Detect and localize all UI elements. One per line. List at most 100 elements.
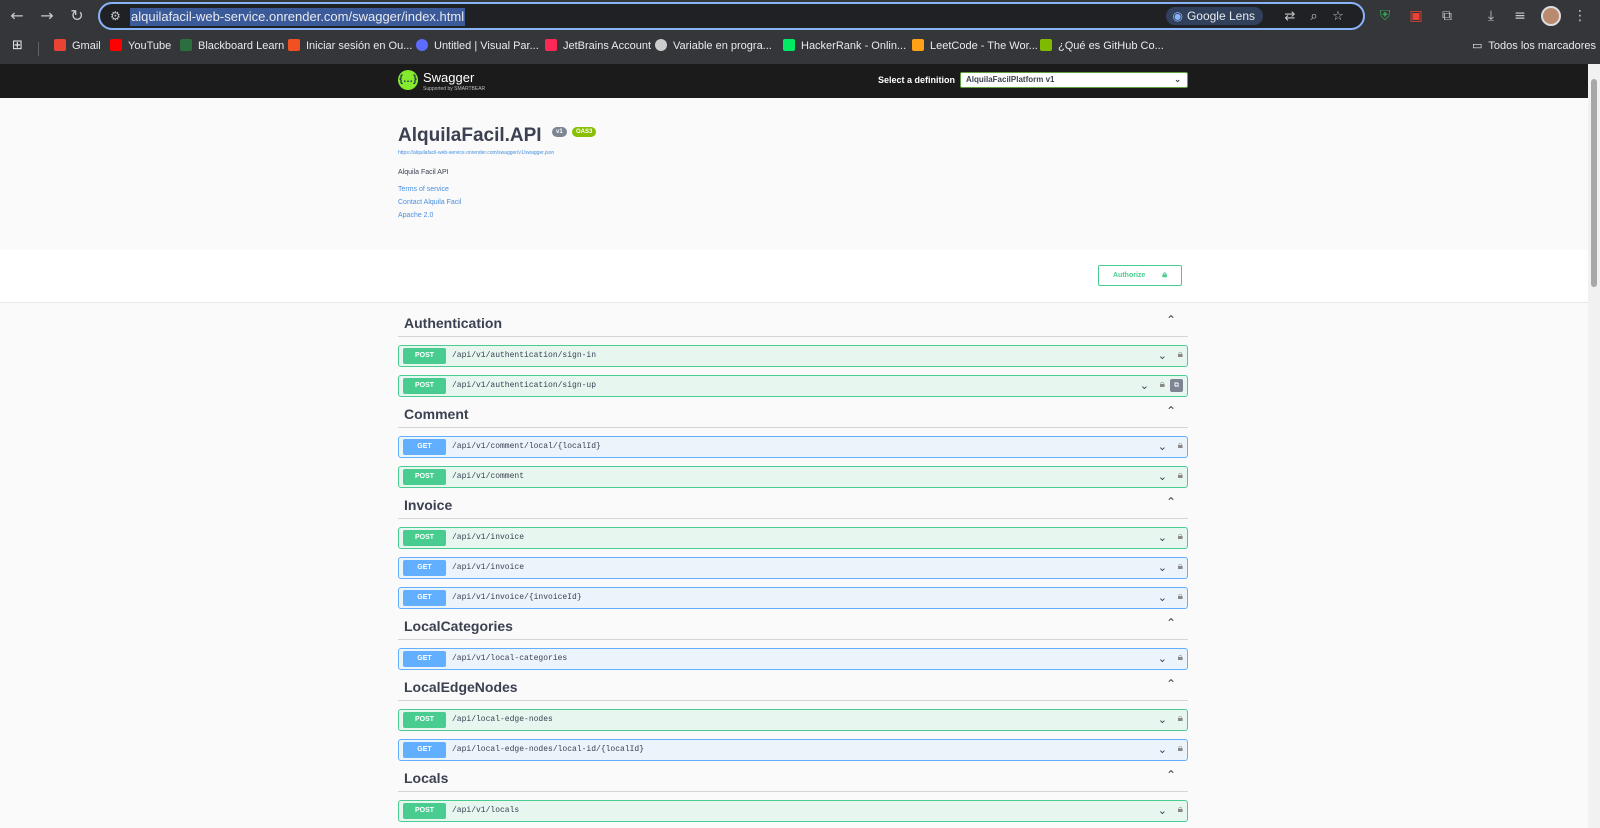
lock-icon[interactable]: 🔒︎ [1178, 591, 1183, 602]
bookmark-label: Blackboard Learn [198, 40, 285, 52]
bookmark-item[interactable]: Untitled | Visual Par... [416, 37, 539, 55]
tag-title: LocalEdgeNodes [404, 679, 518, 695]
opblock-get[interactable]: GET /api/v1/invoice/{invoiceId} ⌄ 🔒︎ [398, 587, 1188, 609]
opblock-post[interactable]: POST /api/v1/invoice ⌄ 🔒︎ [398, 527, 1188, 549]
endpoint-path: /api/v1/invoice/{invoiceId} [452, 593, 582, 602]
version-badge: v1 [552, 127, 567, 137]
opblock-get[interactable]: GET /api/v1/invoice ⌄ 🔒︎ [398, 557, 1188, 579]
chevron-up-icon[interactable]: ⌃ [1166, 495, 1176, 509]
opblock-get[interactable]: GET /api/v1/comment/local/{localId} ⌄ 🔒︎ [398, 436, 1188, 458]
opblock-post[interactable]: POST /api/v1/authentication/sign-up ⌄ 🔒︎… [398, 375, 1188, 397]
bookmark-label: YouTube [128, 40, 172, 52]
contact-link[interactable]: Contact Alquila Facil [398, 199, 461, 206]
tag-local-categories[interactable]: LocalCategories ⌃ [398, 610, 1188, 640]
address-bar[interactable]: ⚙ alquilafacil-web-service.onrender.com/… [98, 2, 1365, 30]
chevron-down-icon[interactable]: ⌄ [1158, 531, 1167, 544]
bookmark-item[interactable]: Iniciar sesión en Ou... [288, 37, 412, 55]
definition-select[interactable]: AlquilaFacilPlatform v1 ⌄ [960, 72, 1188, 88]
chevron-down-icon[interactable]: ⌄ [1140, 379, 1149, 392]
definition-value: AlquilaFacilPlatform v1 [966, 75, 1055, 84]
bookmark-item[interactable]: LeetCode - The Wor... [912, 37, 1038, 55]
shield-extension-icon[interactable]: ⛨ [1375, 6, 1395, 26]
lock-icon[interactable]: 🔒︎ [1178, 440, 1183, 451]
terms-link[interactable]: Terms of service [398, 186, 449, 193]
tag-title: LocalCategories [404, 618, 513, 634]
forward-icon[interactable]: → [37, 6, 57, 26]
chevron-down-icon[interactable]: ⌄ [1158, 743, 1167, 756]
scrollbar-thumb[interactable] [1591, 79, 1597, 287]
lock-icon[interactable]: 🔒︎ [1178, 652, 1183, 663]
opblock-get[interactable]: GET /api/local-edge-nodes/local-id/{loca… [398, 739, 1188, 761]
lock-icon[interactable]: 🔒︎ [1178, 743, 1183, 754]
tag-locals[interactable]: Locals ⌃ [398, 762, 1188, 792]
apps-grid-icon[interactable]: ⊞ [12, 37, 23, 55]
spec-url-link[interactable]: https://alquilafacil-web-service.onrende… [398, 150, 554, 156]
download-icon[interactable]: ⤓ [1481, 6, 1501, 26]
blackboard-icon [180, 39, 192, 51]
lock-icon[interactable]: 🔒︎ [1160, 379, 1165, 390]
definition-label: Select a definition [878, 75, 956, 85]
tag-authentication[interactable]: Authentication ⌃ [398, 307, 1188, 337]
api-title: AlquilaFacil.API [398, 125, 542, 146]
endpoint-path: /api/v1/comment/local/{localId} [452, 442, 601, 451]
chevron-down-icon[interactable]: ⌄ [1158, 804, 1167, 817]
swagger-logo-subtext: Supported by SMARTBEAR [423, 86, 486, 92]
page-scrollbar[interactable] [1588, 64, 1600, 828]
authorize-button[interactable]: Authorize 🔒︎ [1098, 265, 1182, 286]
bookmark-star-icon[interactable]: ☆ [1329, 8, 1347, 26]
translate-icon[interactable]: ⇄ [1281, 8, 1299, 26]
chevron-down-icon[interactable]: ⌄ [1158, 470, 1167, 483]
url-text[interactable]: alquilafacil-web-service.onrender.com/sw… [130, 8, 466, 26]
chevron-down-icon[interactable]: ⌄ [1158, 591, 1167, 604]
copy-icon[interactable]: ⧉ [1170, 379, 1183, 392]
opblock-post[interactable]: POST /api/v1/authentication/sign-in ⌄ 🔒︎ [398, 345, 1188, 367]
site-info-icon[interactable]: ⚙ [110, 9, 121, 23]
reload-icon[interactable]: ↻ [67, 6, 87, 26]
opblock-post[interactable]: POST /api/v1/comment ⌄ 🔒︎ [398, 466, 1188, 488]
tag-local-edge-nodes[interactable]: LocalEdgeNodes ⌃ [398, 671, 1188, 701]
bookmark-item[interactable]: Variable en progra... [655, 37, 772, 55]
zoom-icon[interactable]: ⌕ [1305, 8, 1323, 26]
bookmark-item[interactable]: YouTube [110, 37, 171, 55]
media-queue-icon[interactable]: ≡ [1510, 6, 1530, 26]
lock-icon[interactable]: 🔒︎ [1178, 561, 1183, 572]
chevron-down-icon[interactable]: ⌄ [1158, 440, 1167, 453]
back-icon[interactable]: ← [7, 6, 27, 26]
lock-icon[interactable]: 🔒︎ [1178, 531, 1183, 542]
lock-icon[interactable]: 🔒︎ [1178, 804, 1183, 815]
chevron-up-icon[interactable]: ⌃ [1166, 768, 1176, 782]
extension-red-icon[interactable]: ▣ [1406, 6, 1426, 26]
chevron-down-icon[interactable]: ⌄ [1158, 561, 1167, 574]
endpoint-path: /api/v1/locals [452, 806, 520, 815]
all-bookmarks-button[interactable]: ▭ Todos los marcadores [1472, 37, 1596, 55]
method-badge: POST [403, 348, 446, 364]
lock-icon[interactable]: 🔒︎ [1178, 470, 1183, 481]
menu-icon[interactable]: ⋮ [1570, 6, 1590, 26]
chevron-down-icon[interactable]: ⌄ [1158, 652, 1167, 665]
chevron-down-icon[interactable]: ⌄ [1158, 349, 1167, 362]
opblock-post[interactable]: POST /api/local-edge-nodes ⌄ 🔒︎ [398, 709, 1188, 731]
opblock-get[interactable]: GET /api/v1/local-categories ⌄ 🔒︎ [398, 648, 1188, 670]
chevron-up-icon[interactable]: ⌃ [1166, 677, 1176, 691]
lock-icon[interactable]: 🔒︎ [1178, 713, 1183, 724]
bookmark-item[interactable]: ¿Qué es GitHub Co... [1040, 37, 1164, 55]
opblock-post[interactable]: POST /api/v1/locals ⌄ 🔒︎ [398, 800, 1188, 822]
lock-icon[interactable]: 🔒︎ [1178, 349, 1183, 360]
tag-comment[interactable]: Comment ⌃ [398, 398, 1188, 428]
chevron-up-icon[interactable]: ⌃ [1166, 404, 1176, 418]
chevron-up-icon[interactable]: ⌃ [1166, 313, 1176, 327]
bookmark-item[interactable]: HackerRank - Onlin... [783, 37, 906, 55]
license-link[interactable]: Apache 2.0 [398, 212, 433, 219]
tag-title: Authentication [404, 315, 502, 331]
tag-title: Invoice [404, 497, 453, 513]
chevron-down-icon[interactable]: ⌄ [1158, 713, 1167, 726]
bookmark-item[interactable]: JetBrains Account [545, 37, 651, 55]
profile-avatar[interactable] [1541, 6, 1561, 26]
extensions-puzzle-icon[interactable]: ⧉ [1437, 6, 1457, 26]
chevron-up-icon[interactable]: ⌃ [1166, 616, 1176, 630]
bookmark-item[interactable]: Gmail [54, 37, 101, 55]
bookmarks-separator [38, 42, 39, 56]
google-lens-button[interactable]: ◉ Google Lens [1166, 7, 1263, 25]
bookmark-item[interactable]: Blackboard Learn [180, 37, 284, 55]
tag-invoice[interactable]: Invoice ⌃ [398, 489, 1188, 519]
